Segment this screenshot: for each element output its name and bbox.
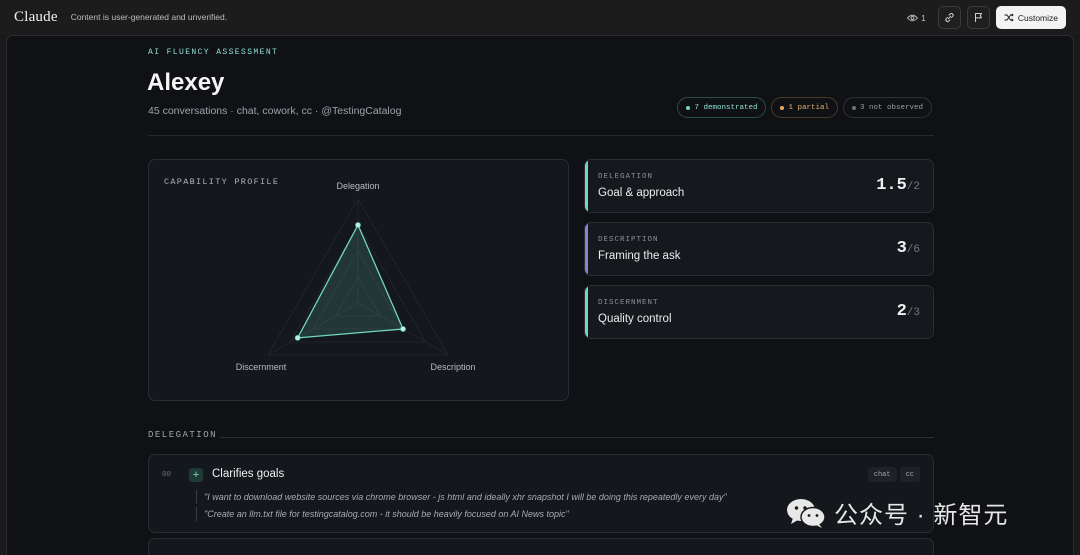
radar-data-point xyxy=(355,222,361,228)
score-card-discernment[interactable]: DISCERNMENT Quality control 2/3 xyxy=(584,285,934,339)
tag-chat: chat xyxy=(867,467,897,482)
section-divider xyxy=(220,437,934,438)
flag-icon xyxy=(974,13,982,22)
copy-link-button[interactable] xyxy=(937,6,961,29)
assessment-panel: AI FLUENCY ASSESSMENT Alexey 45 conversa… xyxy=(6,35,1074,555)
content-notice: Content is user-generated and unverified… xyxy=(70,12,228,22)
section-heading-delegation: DELEGATION xyxy=(148,430,218,440)
customize-button[interactable]: Customize xyxy=(995,6,1066,29)
top-bar: Claude Content is user-generated and unv… xyxy=(0,0,1080,34)
score-value: 1.5/2 xyxy=(876,176,920,195)
score-label: Framing the ask xyxy=(598,250,681,262)
list-item[interactable] xyxy=(148,538,934,555)
page-title: Alexey xyxy=(147,69,225,96)
item-tags: chat cc xyxy=(867,467,920,482)
status-badge-not-observed: 3 not observed xyxy=(842,97,932,118)
score-card-description[interactable]: DESCRIPTION Framing the ask 3/6 xyxy=(584,222,934,276)
page-subtitle: 45 conversations · chat, cowork, cc · @T… xyxy=(148,105,402,117)
score-value: 3/6 xyxy=(896,239,920,258)
view-count: 1 xyxy=(921,12,926,23)
capability-profile-card: CAPABILITY PROFILE Delegation Description… xyxy=(148,159,569,401)
shuffle-icon xyxy=(1004,13,1014,22)
radar-series-area xyxy=(296,223,404,339)
watermark-text: 公众号 · 新智元 xyxy=(834,502,1009,529)
radar-axis-label: Delegation xyxy=(336,181,379,191)
top-actions: 1 Customize xyxy=(907,6,1066,29)
link-icon xyxy=(945,12,954,23)
page-eyebrow: AI FLUENCY ASSESSMENT xyxy=(148,48,279,57)
radar-chart: Delegation Description Discernment xyxy=(236,181,476,372)
status-badge-label: 7 demonstrated xyxy=(694,103,758,112)
score-card-delegation[interactable]: DELEGATION Goal & approach 1.5/2 xyxy=(584,159,934,213)
eye-icon xyxy=(907,14,919,21)
evidence-quote: "I want to download website sources via … xyxy=(196,490,727,504)
brand-logo[interactable]: Claude xyxy=(14,9,58,26)
report-button[interactable] xyxy=(966,6,990,29)
customize-label: Customize xyxy=(1017,12,1058,23)
item-title: Clarifies goals xyxy=(212,468,285,480)
radar-axis-label: Discernment xyxy=(236,362,287,372)
watermark: 公众号 · 新智元 xyxy=(786,495,1008,530)
score-category: DELEGATION xyxy=(598,173,654,181)
plus-icon[interactable]: + xyxy=(189,468,203,482)
status-badge-partial: 1 partial xyxy=(771,97,838,118)
status-dot-icon xyxy=(851,105,856,110)
status-pills: 7 demonstrated 1 partial 3 not observed xyxy=(677,97,932,118)
tag-cc: cc xyxy=(899,467,920,482)
radar-axis-label: Description xyxy=(430,362,475,372)
score-value: 2/3 xyxy=(896,302,920,321)
view-counter: 1 xyxy=(907,13,926,23)
score-category: DESCRIPTION xyxy=(598,236,659,244)
score-label: Quality control xyxy=(598,313,672,325)
status-badge-label: 1 partial xyxy=(788,103,829,112)
score-category: DISCERNMENT xyxy=(598,299,659,307)
status-dot-icon xyxy=(686,105,691,110)
evidence-quote: "Create an llm.txt file for testingcatal… xyxy=(196,507,569,521)
status-dot-icon xyxy=(780,105,785,110)
status-badge-label: 3 not observed xyxy=(859,103,923,112)
radar-data-point xyxy=(400,326,406,332)
status-badge-demonstrated: 7 demonstrated xyxy=(677,97,767,118)
wechat-icon xyxy=(787,498,826,528)
score-accent-bar xyxy=(585,223,588,275)
item-index: 00 xyxy=(162,471,172,479)
radar-data-point xyxy=(294,335,301,341)
score-label: Goal & approach xyxy=(598,187,685,199)
header-divider xyxy=(148,135,934,136)
score-accent-bar xyxy=(585,286,588,338)
score-accent-bar xyxy=(585,160,588,212)
